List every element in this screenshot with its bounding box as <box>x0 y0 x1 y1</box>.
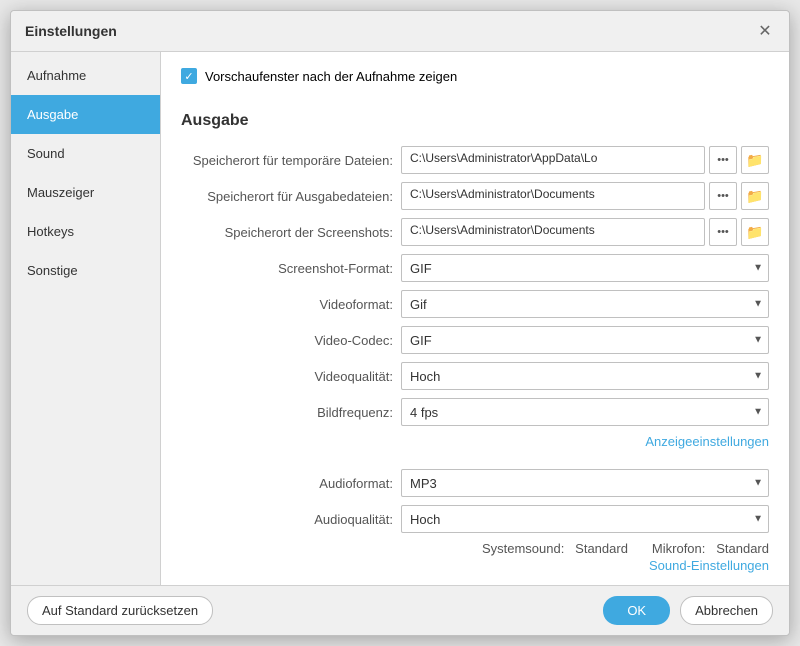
temp-folder-btn[interactable]: 📁 <box>741 146 769 174</box>
anzeige-link-row: Anzeigeeinstellungen <box>181 434 769 449</box>
systemsound-label: Systemsound: Standard <box>482 541 628 556</box>
sound-settings-link[interactable]: Sound-Einstellungen <box>649 558 769 573</box>
video-codec-row: Video-Codec: GIF ▼ <box>181 326 769 354</box>
temp-files-row: Speicherort für temporäre Dateien: C:\Us… <box>181 146 769 174</box>
screenshot-format-dropdown-wrapper: GIF ▼ <box>401 254 769 282</box>
output-folder-btn[interactable]: 📁 <box>741 182 769 210</box>
sidebar-item-hotkeys[interactable]: Hotkeys <box>11 212 160 251</box>
audioformat-label: Audioformat: <box>181 476 401 491</box>
audioqualitaet-row: Audioqualität: Hoch ▼ <box>181 505 769 533</box>
anzeige-link[interactable]: Anzeigeeinstellungen <box>645 434 769 449</box>
main-area: Aufnahme Ausgabe Sound Mauszeiger Hotkey… <box>11 52 789 585</box>
preview-row: ✓ Vorschaufenster nach der Aufnahme zeig… <box>181 68 769 96</box>
screenshot-path-wrapper: C:\Users\Administrator\Documents ••• 📁 <box>401 218 769 246</box>
screenshot-location-row: Speicherort der Screenshots: C:\Users\Ad… <box>181 218 769 246</box>
mikrofon-value: Standard <box>716 541 769 556</box>
system-sound-row: Systemsound: Standard Mikrofon: Standard <box>181 541 769 556</box>
output-path-display[interactable]: C:\Users\Administrator\Documents <box>401 182 705 210</box>
videoformat-row: Videoformat: Gif ▼ <box>181 290 769 318</box>
screenshot-path-display[interactable]: C:\Users\Administrator\Documents <box>401 218 705 246</box>
temp-path-wrapper: C:\Users\Administrator\AppData\Lo ••• 📁 <box>401 146 769 174</box>
cancel-button[interactable]: Abbrechen <box>680 596 773 625</box>
screenshot-location-label: Speicherort der Screenshots: <box>181 225 401 240</box>
systemsound-value: Standard <box>575 541 628 556</box>
output-label: Speicherort für Ausgabedateien: <box>181 189 401 204</box>
temp-dots-btn[interactable]: ••• <box>709 146 737 174</box>
sidebar-item-sound[interactable]: Sound <box>11 134 160 173</box>
screenshot-format-row: Screenshot-Format: GIF ▼ <box>181 254 769 282</box>
sound-link-row: Sound-Einstellungen <box>181 558 769 573</box>
section-title: Ausgabe <box>181 112 769 130</box>
preview-label: Vorschaufenster nach der Aufnahme zeigen <box>205 69 457 84</box>
title-bar: Einstellungen ✕ <box>11 11 789 52</box>
folder-icon: 📁 <box>746 188 763 205</box>
output-path-wrapper: C:\Users\Administrator\Documents ••• 📁 <box>401 182 769 210</box>
bildfrequenz-select[interactable]: 4 fps <box>401 398 769 426</box>
bildfrequenz-row: Bildfrequenz: 4 fps ▼ <box>181 398 769 426</box>
bildfrequenz-dropdown-wrapper: 4 fps ▼ <box>401 398 769 426</box>
video-codec-dropdown-wrapper: GIF ▼ <box>401 326 769 354</box>
audioqualitaet-label: Audioqualität: <box>181 512 401 527</box>
screenshot-folder-btn[interactable]: 📁 <box>741 218 769 246</box>
videoqualitaet-row: Videoqualität: Hoch ▼ <box>181 362 769 390</box>
screenshot-format-select[interactable]: GIF <box>401 254 769 282</box>
folder-icon: 📁 <box>746 224 763 241</box>
audioformat-row: Audioformat: MP3 ▼ <box>181 469 769 497</box>
video-codec-select[interactable]: GIF <box>401 326 769 354</box>
videoformat-dropdown-wrapper: Gif ▼ <box>401 290 769 318</box>
output-dots-btn[interactable]: ••• <box>709 182 737 210</box>
temp-label: Speicherort für temporäre Dateien: <box>181 153 401 168</box>
audioqualitaet-select[interactable]: Hoch <box>401 505 769 533</box>
output-files-row: Speicherort für Ausgabedateien: C:\Users… <box>181 182 769 210</box>
videoformat-label: Videoformat: <box>181 297 401 312</box>
ok-button[interactable]: OK <box>603 596 670 625</box>
audioformat-dropdown-wrapper: MP3 ▼ <box>401 469 769 497</box>
audioformat-select[interactable]: MP3 <box>401 469 769 497</box>
sidebar-item-aufnahme[interactable]: Aufnahme <box>11 56 160 95</box>
footer-right: OK Abbrechen <box>603 596 773 625</box>
content-area: ✓ Vorschaufenster nach der Aufnahme zeig… <box>161 52 789 585</box>
preview-checkbox[interactable]: ✓ <box>181 68 197 84</box>
sidebar-item-ausgabe[interactable]: Ausgabe <box>11 95 160 134</box>
screenshot-format-label: Screenshot-Format: <box>181 261 401 276</box>
videoqualitaet-dropdown-wrapper: Hoch ▼ <box>401 362 769 390</box>
footer: Auf Standard zurücksetzen OK Abbrechen <box>11 585 789 635</box>
sidebar-item-sonstige[interactable]: Sonstige <box>11 251 160 290</box>
videoqualitaet-label: Videoqualität: <box>181 369 401 384</box>
videoqualitaet-select[interactable]: Hoch <box>401 362 769 390</box>
folder-icon: 📁 <box>746 152 763 169</box>
sidebar-item-mauszeiger[interactable]: Mauszeiger <box>11 173 160 212</box>
temp-path-display[interactable]: C:\Users\Administrator\AppData\Lo <box>401 146 705 174</box>
audioqualitaet-dropdown-wrapper: Hoch ▼ <box>401 505 769 533</box>
screenshot-dots-btn[interactable]: ••• <box>709 218 737 246</box>
videoformat-select[interactable]: Gif <box>401 290 769 318</box>
sidebar: Aufnahme Ausgabe Sound Mauszeiger Hotkey… <box>11 52 161 585</box>
mikrofon-info: Mikrofon: Standard <box>652 541 769 556</box>
settings-dialog: Einstellungen ✕ Aufnahme Ausgabe Sound M… <box>10 10 790 636</box>
close-button[interactable]: ✕ <box>755 21 775 41</box>
bildfrequenz-label: Bildfrequenz: <box>181 405 401 420</box>
video-codec-label: Video-Codec: <box>181 333 401 348</box>
dialog-title: Einstellungen <box>25 23 117 39</box>
reset-button[interactable]: Auf Standard zurücksetzen <box>27 596 213 625</box>
preview-checkbox-wrapper[interactable]: ✓ Vorschaufenster nach der Aufnahme zeig… <box>181 68 457 84</box>
